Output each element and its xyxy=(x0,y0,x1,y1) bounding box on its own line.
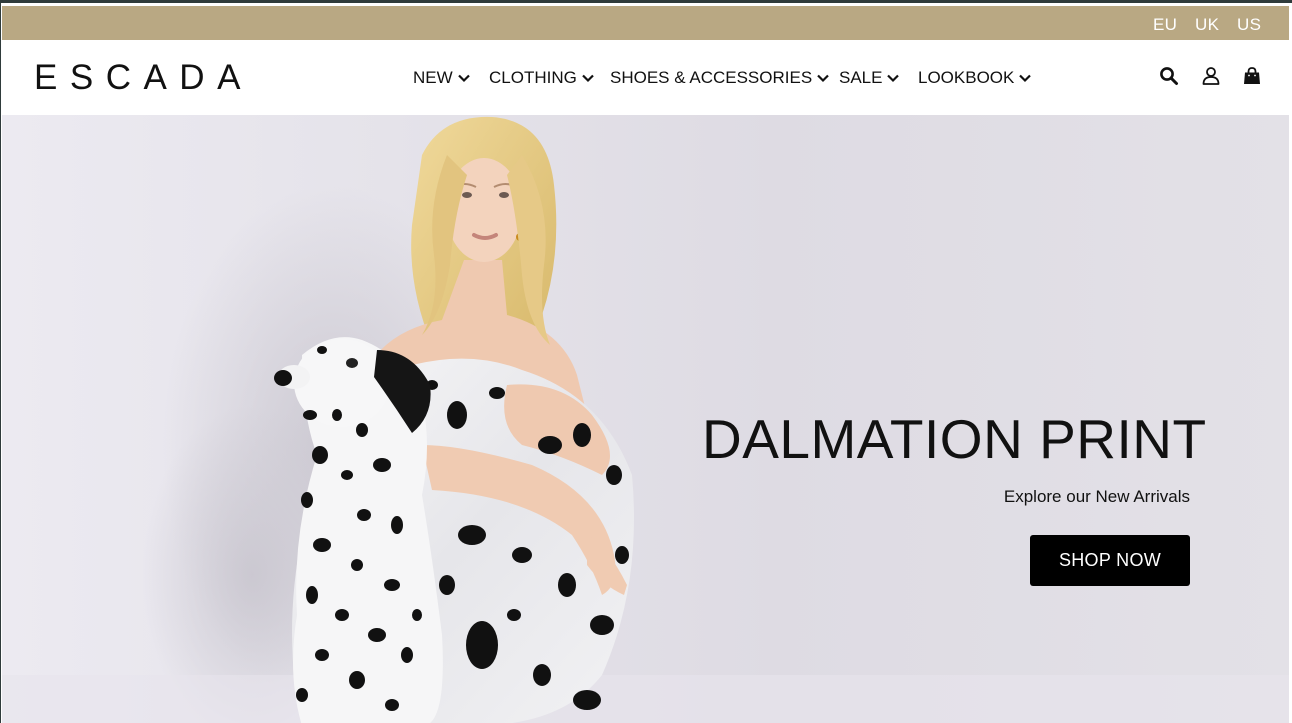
shopping-bag-icon xyxy=(1244,67,1260,84)
region-bar: EU UK US xyxy=(2,6,1290,40)
account-icon xyxy=(1202,67,1220,85)
account-button[interactable] xyxy=(1199,64,1223,88)
chevron-down-icon xyxy=(887,74,900,83)
nav-item-label: CLOTHING xyxy=(489,68,577,87)
hero-banner: DALMATION PRINT Explore our New Arrivals… xyxy=(2,115,1290,723)
nav-item-label: LOOKBOOK xyxy=(918,68,1015,87)
region-link-uk[interactable]: UK xyxy=(1195,15,1219,35)
shop-now-button[interactable]: SHOP NOW xyxy=(1030,535,1190,586)
nav-item-new[interactable]: NEW xyxy=(413,68,471,88)
nav-item-lookbook[interactable]: LOOKBOOK xyxy=(918,68,1032,88)
brand-logo[interactable]: ESCADA xyxy=(34,58,253,98)
cart-button[interactable] xyxy=(1240,64,1264,88)
nav-item-label: NEW xyxy=(413,68,453,87)
search-button[interactable] xyxy=(1157,64,1181,88)
region-link-us[interactable]: US xyxy=(1237,15,1261,35)
hero-title: DALMATION PRINT xyxy=(702,408,1207,470)
nav-item-clothing[interactable]: CLOTHING xyxy=(489,68,595,88)
chevron-down-icon xyxy=(582,74,594,83)
nav-item-label: SHOES & ACCESSORIES xyxy=(610,68,813,87)
region-link-eu[interactable]: EU xyxy=(1153,15,1177,35)
chevron-down-icon xyxy=(1019,74,1032,83)
site-header: ESCADA NEW CLOTHING SHOES & ACCESSORIES … xyxy=(2,40,1290,115)
hero-subtitle: Explore our New Arrivals xyxy=(1003,487,1190,506)
chevron-down-icon xyxy=(817,74,829,83)
nav-item-shoes-accessories[interactable]: SHOES & ACCESSORIES xyxy=(610,68,830,88)
browser-viewport: EU UK US ESCADA NEW CLOTHING SHOES & ACC… xyxy=(0,0,1292,723)
search-icon xyxy=(1160,67,1178,85)
nav-item-label: SALE xyxy=(839,68,883,87)
nav-item-sale[interactable]: SALE xyxy=(839,68,900,88)
chevron-down-icon xyxy=(457,74,470,83)
